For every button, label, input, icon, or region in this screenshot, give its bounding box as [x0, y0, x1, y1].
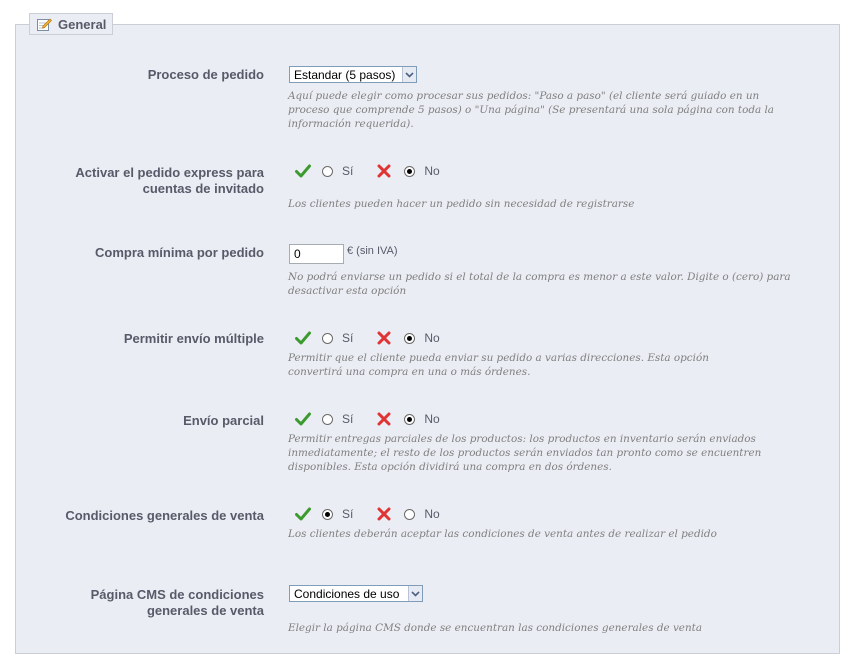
partial-shipping-options: Sí No	[295, 411, 440, 427]
multiple-shipping-label: Permitir envío múltiple	[123, 331, 264, 346]
order-process-select[interactable]: Estandar (5 pasos)	[289, 66, 417, 83]
terms-options: Sí No	[295, 506, 440, 522]
partial-shipping-label: Envío parcial	[183, 413, 264, 428]
cross-icon	[377, 164, 391, 178]
cross-icon	[377, 507, 391, 521]
partial-shipping-yes-radio[interactable]	[322, 413, 333, 425]
express-checkout-no-label: No	[424, 164, 440, 178]
cms-page-label: Página CMS de condiciones generales de v…	[91, 587, 264, 619]
chevron-down-icon[interactable]	[408, 586, 422, 601]
express-checkout-hint: Los clientes pueden hacer un pedido sin …	[288, 198, 635, 210]
express-checkout-no-radio[interactable]	[404, 165, 416, 177]
minimum-purchase-input[interactable]	[289, 244, 344, 264]
express-checkout-yes-label: Sí	[342, 164, 354, 178]
terms-yes-label: Sí	[342, 507, 354, 521]
edit-icon	[36, 16, 52, 32]
express-checkout-label-line2: cuentas de invitado	[142, 181, 264, 196]
multiple-shipping-hint: Permitir que el cliente pueda enviar su …	[288, 352, 709, 378]
order-process-value: Estandar (5 pasos)	[294, 67, 396, 82]
order-process-label: Proceso de pedido	[147, 67, 264, 82]
multiple-shipping-no-label: No	[424, 331, 440, 345]
partial-shipping-yes-label: Sí	[342, 412, 354, 426]
express-checkout-options: Sí No	[295, 163, 440, 179]
partial-shipping-no-radio[interactable]	[404, 413, 416, 425]
cms-page-value: Condiciones de uso	[294, 586, 400, 601]
multiple-shipping-options: Sí No	[295, 330, 440, 346]
minimum-purchase-hint: No podrá enviarse un pedido si el total …	[288, 271, 791, 297]
section-legend: General	[29, 13, 114, 35]
minimum-purchase-unit: € (sin IVA)	[347, 245, 398, 257]
terms-label: Condiciones generales de venta	[65, 508, 264, 523]
multiple-shipping-yes-radio[interactable]	[322, 332, 333, 344]
partial-shipping-hint: Permitir entregas parciales de los produ…	[288, 433, 762, 473]
terms-yes-radio[interactable]	[322, 508, 333, 520]
check-icon	[295, 412, 311, 426]
cms-page-hint: Elegir la página CMS donde se encuentran…	[288, 622, 703, 634]
check-icon	[295, 331, 311, 345]
chevron-down-icon[interactable]	[402, 67, 416, 82]
terms-no-label: No	[424, 507, 440, 521]
order-process-hint: Aquí puede elegir como procesar sus pedi…	[288, 90, 775, 130]
check-icon	[295, 507, 311, 521]
cross-icon	[377, 331, 391, 345]
terms-no-radio[interactable]	[404, 508, 416, 520]
section-title: General	[58, 16, 107, 32]
check-icon	[295, 164, 311, 178]
cms-page-label-line1: Página CMS de condiciones	[90, 587, 264, 602]
partial-shipping-no-label: No	[424, 412, 440, 426]
cross-icon	[377, 412, 391, 426]
express-checkout-yes-radio[interactable]	[322, 165, 333, 177]
minimum-purchase-label: Compra mínima por pedido	[94, 245, 264, 260]
cms-page-select[interactable]: Condiciones de uso	[289, 585, 423, 602]
terms-hint: Los clientes deberán aceptar las condici…	[288, 528, 717, 540]
multiple-shipping-yes-label: Sí	[342, 331, 354, 345]
express-checkout-label-line1: Activar el pedido express para	[75, 165, 264, 180]
cms-page-label-line2: generales de venta	[146, 603, 264, 618]
multiple-shipping-no-radio[interactable]	[404, 332, 416, 344]
express-checkout-label: Activar el pedido express para cuentas d…	[75, 165, 264, 197]
